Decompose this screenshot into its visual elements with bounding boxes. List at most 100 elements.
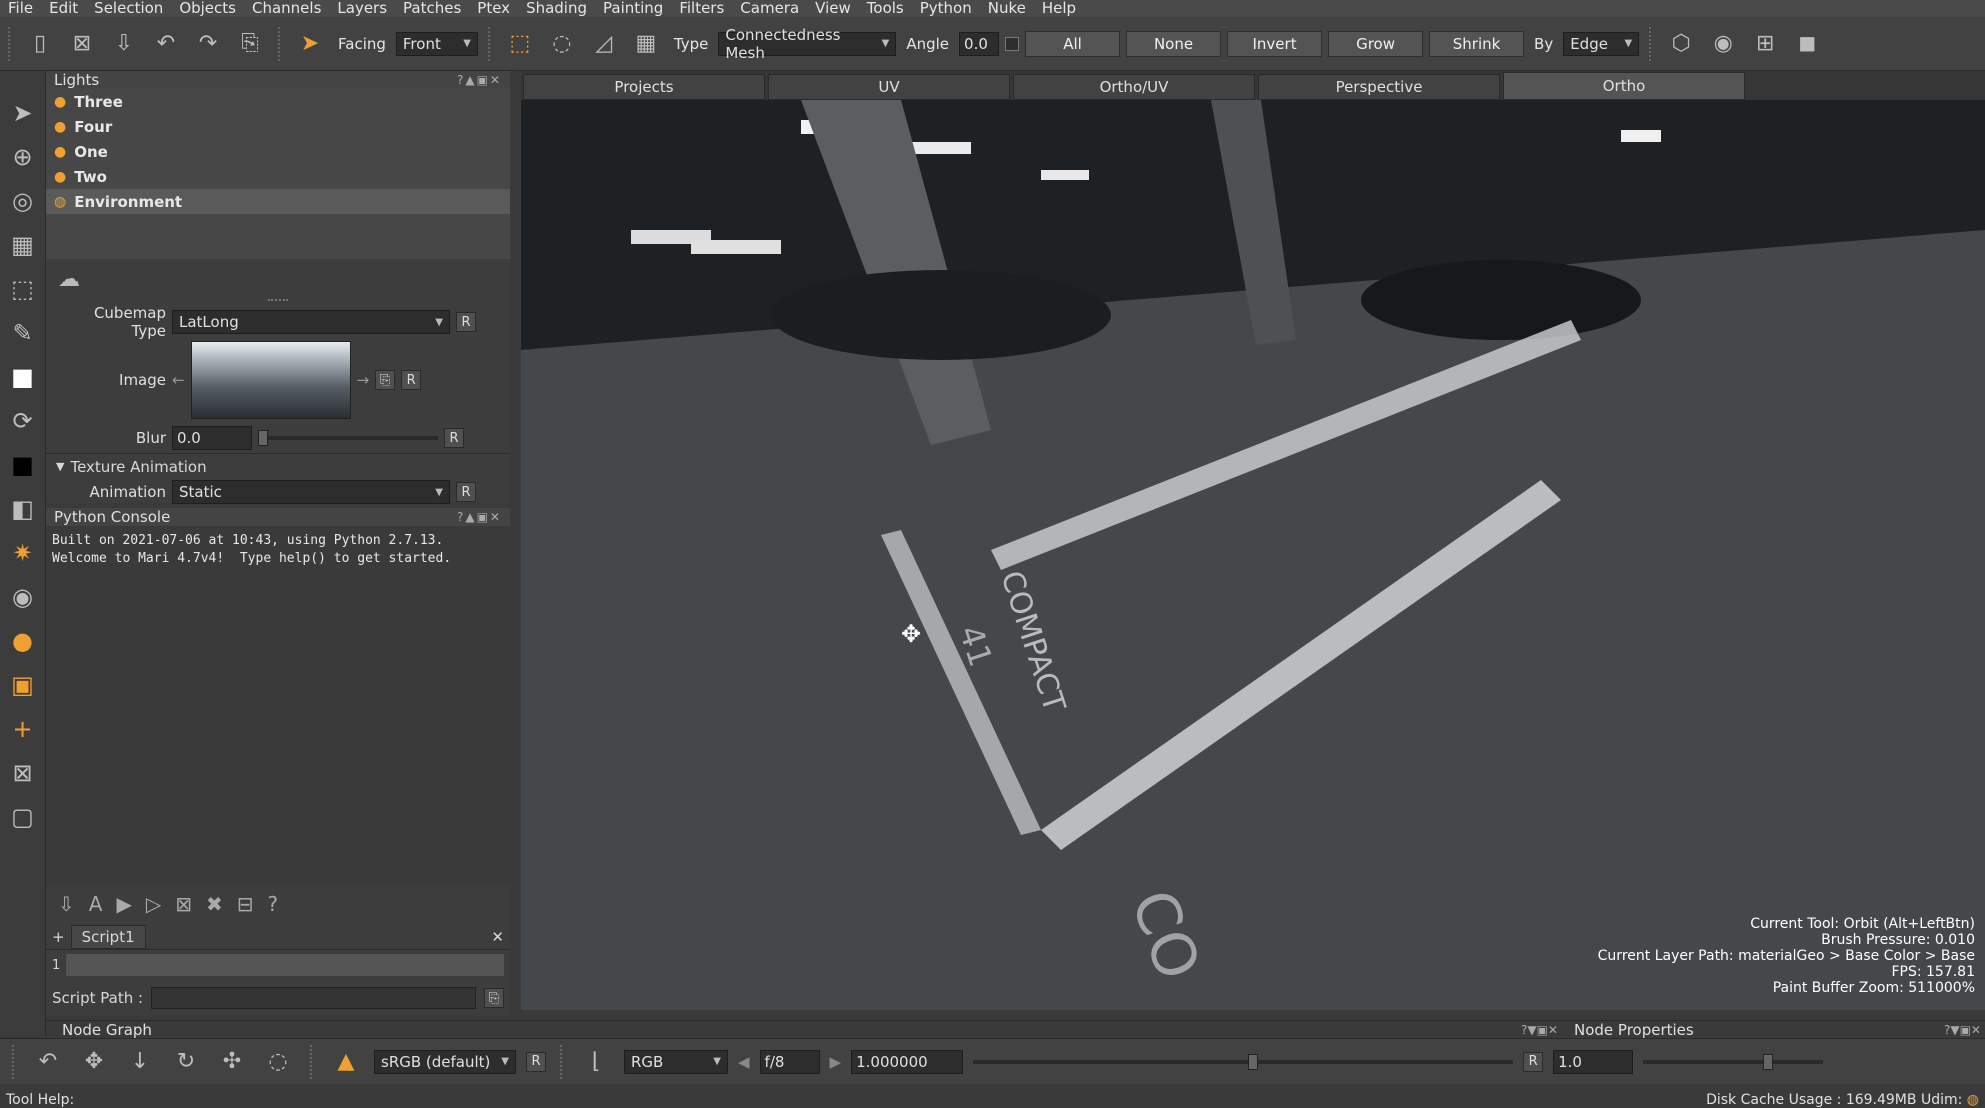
- swap-colors-icon[interactable]: ⟳: [5, 403, 41, 439]
- clear-history-icon[interactable]: ⊠: [175, 892, 192, 916]
- menu-item-filters[interactable]: Filters: [671, 0, 732, 17]
- cube-view-icon[interactable]: ⬡: [1663, 26, 1699, 62]
- run-selection-icon[interactable]: ▷: [146, 892, 161, 916]
- lasso-select-icon[interactable]: ◌: [544, 26, 580, 62]
- type-dropdown[interactable]: Connectedness Mesh ▼: [718, 26, 897, 62]
- tab-perspective[interactable]: Perspective: [1258, 74, 1500, 100]
- reset-button[interactable]: R: [1523, 1051, 1544, 1072]
- panel-controls-icon[interactable]: ?▲▣✕: [457, 510, 502, 524]
- menu-item-patches[interactable]: Patches: [395, 0, 469, 17]
- browse-icon[interactable]: ⎘: [484, 988, 504, 1008]
- cubemap-type-dropdown[interactable]: LatLong ▼: [172, 310, 450, 334]
- center-frame-icon[interactable]: ▣: [5, 667, 41, 703]
- undo-icon[interactable]: ↶: [148, 26, 184, 62]
- panel-controls-icon[interactable]: ?▼▣✕: [1944, 1023, 1981, 1037]
- node-graph-tab[interactable]: Node Graph: [46, 1021, 152, 1039]
- rotate-icon[interactable]: ↻: [168, 1044, 204, 1080]
- script-tab[interactable]: Script1: [70, 924, 146, 949]
- light-item-one[interactable]: ● One: [46, 139, 510, 164]
- close-project-icon[interactable]: ⊠: [64, 26, 100, 62]
- light-item-environment[interactable]: ◍ Environment: [46, 189, 510, 214]
- reset-button[interactable]: R: [526, 1051, 546, 1072]
- exposure-slider[interactable]: [973, 1053, 1514, 1070]
- slider-knob[interactable]: [258, 430, 268, 446]
- gain-field[interactable]: 1.0: [1553, 1049, 1634, 1074]
- color-manager-icon[interactable]: ▲: [328, 1044, 364, 1080]
- add-light-icon[interactable]: ☁: [58, 267, 80, 292]
- gamma-curve-icon[interactable]: ⌊: [578, 1044, 614, 1080]
- slider-knob[interactable]: [1763, 1053, 1774, 1070]
- import-script-icon[interactable]: ⇩: [58, 892, 75, 916]
- select-tool-icon[interactable]: ➤: [5, 95, 41, 131]
- new-project-icon[interactable]: ▯: [22, 26, 58, 62]
- maximize-icon[interactable]: ▢: [5, 799, 41, 835]
- tab-uv[interactable]: UV: [768, 74, 1010, 100]
- foreground-background-icon[interactable]: ◧: [5, 491, 41, 527]
- plus-icon[interactable]: +: [5, 711, 41, 747]
- reset-button[interactable]: R: [456, 312, 476, 332]
- menu-item-objects[interactable]: Objects: [171, 0, 244, 17]
- black-swatch-icon[interactable]: ■: [5, 447, 41, 483]
- reset-button[interactable]: R: [444, 428, 464, 448]
- frame-icon[interactable]: ⊞: [1747, 26, 1783, 62]
- fstop-increase-icon[interactable]: ▶: [830, 1053, 842, 1071]
- tab-ortho[interactable]: Ortho: [1503, 72, 1745, 100]
- brush-tool-icon[interactable]: ✎: [5, 315, 41, 351]
- script-input[interactable]: [66, 954, 504, 976]
- light-sphere-icon[interactable]: ●: [5, 623, 41, 659]
- colorspace-dropdown[interactable]: sRGB (default) ▼: [374, 1049, 516, 1074]
- blur-field[interactable]: 0.0: [172, 426, 252, 450]
- menu-item-shading[interactable]: Shading: [518, 0, 595, 17]
- grow-button[interactable]: Grow: [1328, 30, 1424, 57]
- animation-dropdown[interactable]: Static ▼: [172, 480, 450, 504]
- arrow-right-icon[interactable]: →: [357, 371, 370, 389]
- menu-item-channels[interactable]: Channels: [244, 0, 329, 17]
- light-item-four[interactable]: ● Four: [46, 114, 510, 139]
- menu-item-tools[interactable]: Tools: [859, 0, 912, 17]
- fit-view-icon[interactable]: ⊠: [5, 755, 41, 791]
- channel-dropdown[interactable]: RGB ▼: [624, 1049, 728, 1074]
- fstop-decrease-icon[interactable]: ◀: [738, 1053, 750, 1071]
- exposure-field[interactable]: 1.000000: [851, 1049, 964, 1074]
- slider-knob[interactable]: [1248, 1053, 1259, 1070]
- facing-dropdown[interactable]: Front ▼: [395, 31, 478, 56]
- select-all-button[interactable]: All: [1025, 30, 1121, 57]
- menu-item-painting[interactable]: Painting: [595, 0, 671, 17]
- close-tab-icon[interactable]: ✕: [491, 928, 504, 946]
- pan-icon[interactable]: ✥: [76, 1044, 112, 1080]
- menu-item-help[interactable]: Help: [1034, 0, 1084, 17]
- gain-slider[interactable]: [1643, 1053, 1824, 1070]
- script-path-field[interactable]: [151, 987, 476, 1009]
- angle-checkbox[interactable]: [1005, 36, 1020, 51]
- angle-field[interactable]: 0.0: [959, 31, 1000, 56]
- mesh-select-icon[interactable]: ▦: [628, 26, 664, 62]
- load-image-icon[interactable]: ⎘: [375, 370, 396, 390]
- select-arrow-icon[interactable]: ➤: [292, 26, 328, 62]
- tab-ortho-uv[interactable]: Ortho/UV: [1013, 74, 1255, 100]
- clear-input-icon[interactable]: ✖: [206, 892, 223, 916]
- undo-view-icon[interactable]: ↶: [30, 1044, 66, 1080]
- clear-all-icon[interactable]: ⊟: [237, 892, 254, 916]
- menu-item-nuke[interactable]: Nuke: [980, 0, 1034, 17]
- menu-item-edit[interactable]: Edit: [41, 0, 86, 17]
- shaded-cube-icon[interactable]: ◼: [1789, 26, 1825, 62]
- shrink-button[interactable]: Shrink: [1429, 30, 1525, 57]
- reset-button[interactable]: R: [401, 370, 422, 390]
- light-item-two[interactable]: ● Two: [46, 164, 510, 189]
- menu-item-selection[interactable]: Selection: [86, 0, 171, 17]
- menu-item-layers[interactable]: Layers: [329, 0, 395, 17]
- panel-controls-icon[interactable]: ?▲▣✕: [457, 73, 502, 87]
- blur-slider[interactable]: [258, 430, 438, 446]
- environment-image-thumbnail[interactable]: [190, 341, 351, 419]
- eye-icon[interactable]: ◉: [1705, 26, 1741, 62]
- paint-splat-icon[interactable]: ✷: [5, 535, 41, 571]
- grid-tool-icon[interactable]: ▦: [5, 227, 41, 263]
- redo-icon[interactable]: ↷: [190, 26, 226, 62]
- add-tab-icon[interactable]: +: [52, 928, 65, 946]
- save-icon[interactable]: ⇩: [106, 26, 142, 62]
- invert-button[interactable]: Invert: [1227, 30, 1323, 57]
- polygon-select-icon[interactable]: ◿: [586, 26, 622, 62]
- clear-icon[interactable]: A: [89, 892, 103, 916]
- fstop-field[interactable]: f/8: [759, 1049, 820, 1074]
- panel-controls-icon[interactable]: ?▼▣✕: [1521, 1023, 1558, 1037]
